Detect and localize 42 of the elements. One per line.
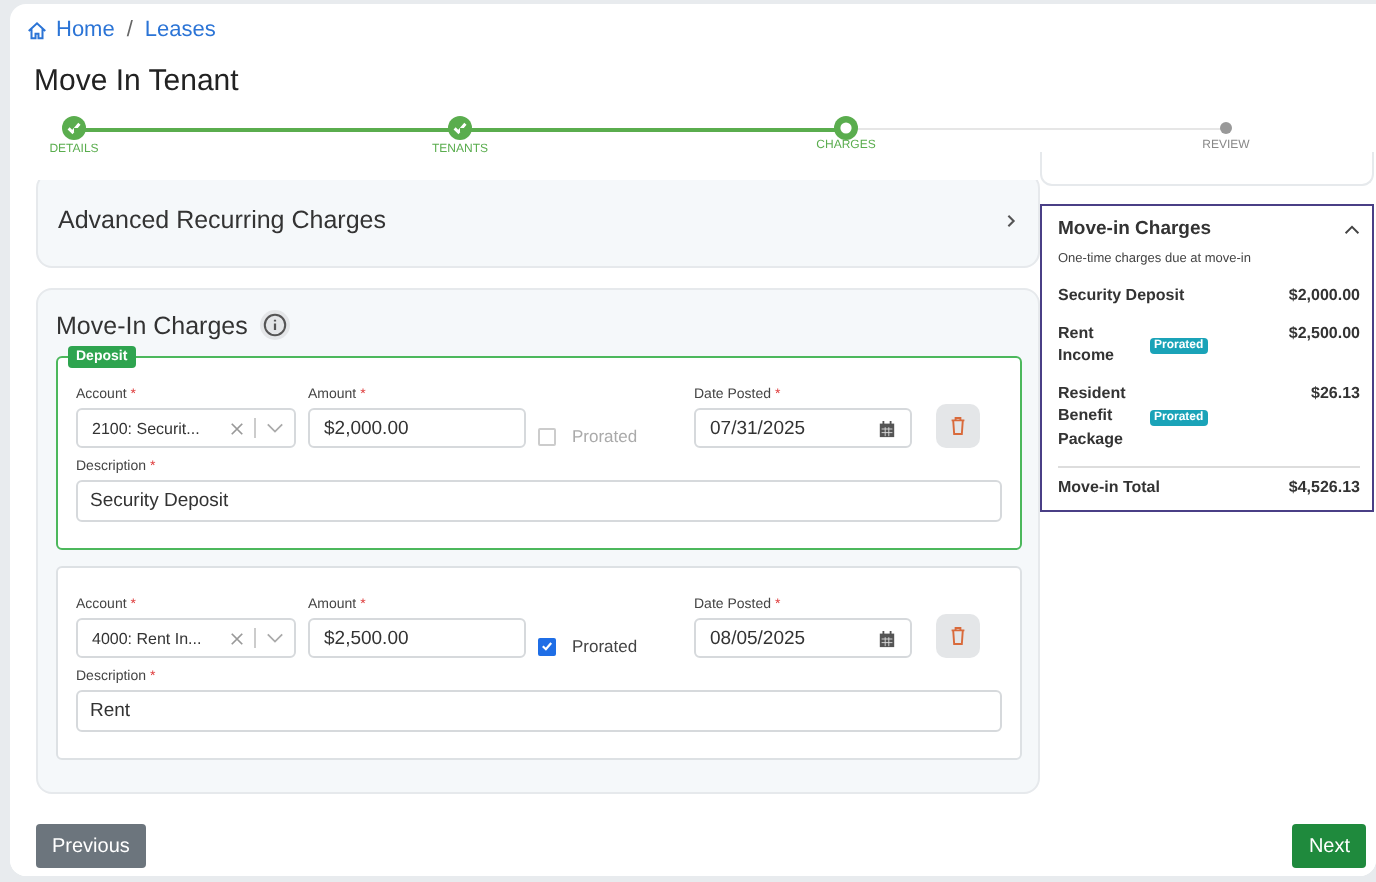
collapsed-section[interactable]: Advanced Recurring Charges xyxy=(36,180,1040,268)
account-select[interactable]: 2100: Securit... xyxy=(76,408,296,448)
charge-name: Rent Income xyxy=(1058,321,1117,368)
total-label: Move-in Total xyxy=(1058,475,1162,499)
delete-button[interactable] xyxy=(936,614,980,658)
page-title: Move In Tenant xyxy=(34,64,241,100)
charge-amount: $2,500.00 xyxy=(1288,321,1360,345)
breadcrumb-link[interactable]: Home xyxy=(56,18,115,42)
description-field[interactable]: Rent xyxy=(76,690,1002,732)
panel-title: Move-in Charges xyxy=(1058,218,1212,240)
trash-icon xyxy=(950,416,966,436)
section-title: Move-In Charges xyxy=(56,311,248,339)
checkbox-label: Prorated xyxy=(572,426,638,446)
calendar-icon[interactable] xyxy=(878,419,896,437)
info-icon[interactable] xyxy=(259,310,290,340)
amount-field[interactable]: $2,000.00 xyxy=(308,408,526,448)
calendar-icon[interactable] xyxy=(878,629,896,647)
prorated-checkbox[interactable] xyxy=(538,637,556,655)
checkbox-label: Prorated xyxy=(572,636,638,656)
total-amount: $4,526.13 xyxy=(1288,475,1360,499)
charge-name: Security Deposit xyxy=(1058,284,1187,308)
caret-icon[interactable] xyxy=(266,422,284,434)
date-field[interactable]: 07/31/2025 xyxy=(694,408,912,448)
charge-amount: $2,000.00 xyxy=(1288,284,1360,308)
collapse-toggle-icon[interactable] xyxy=(1344,223,1360,235)
previous-button[interactable]: Previous xyxy=(36,824,146,868)
charge-name: Resident Benefit Package xyxy=(1058,381,1128,452)
amount-field[interactable]: $2,500.00 xyxy=(308,618,526,658)
section-title: Advanced Recurring Charges xyxy=(58,206,386,234)
description-field[interactable]: Security Deposit xyxy=(76,480,1002,522)
delete-button[interactable] xyxy=(936,404,980,448)
account-select[interactable]: 4000: Rent In... xyxy=(76,618,296,658)
caret-icon[interactable] xyxy=(266,632,284,644)
next-button[interactable]: Next xyxy=(1292,824,1366,868)
clear-icon[interactable] xyxy=(230,421,244,435)
chevron-right-icon xyxy=(1004,213,1018,227)
breadcrumb-separator: / xyxy=(126,18,133,42)
charge-amount: $26.13 xyxy=(1311,381,1360,405)
breadcrumb-link[interactable]: Leases xyxy=(144,18,216,42)
date-field[interactable]: 08/05/2025 xyxy=(694,618,912,658)
trash-icon xyxy=(950,626,966,646)
clear-icon[interactable] xyxy=(230,631,244,645)
